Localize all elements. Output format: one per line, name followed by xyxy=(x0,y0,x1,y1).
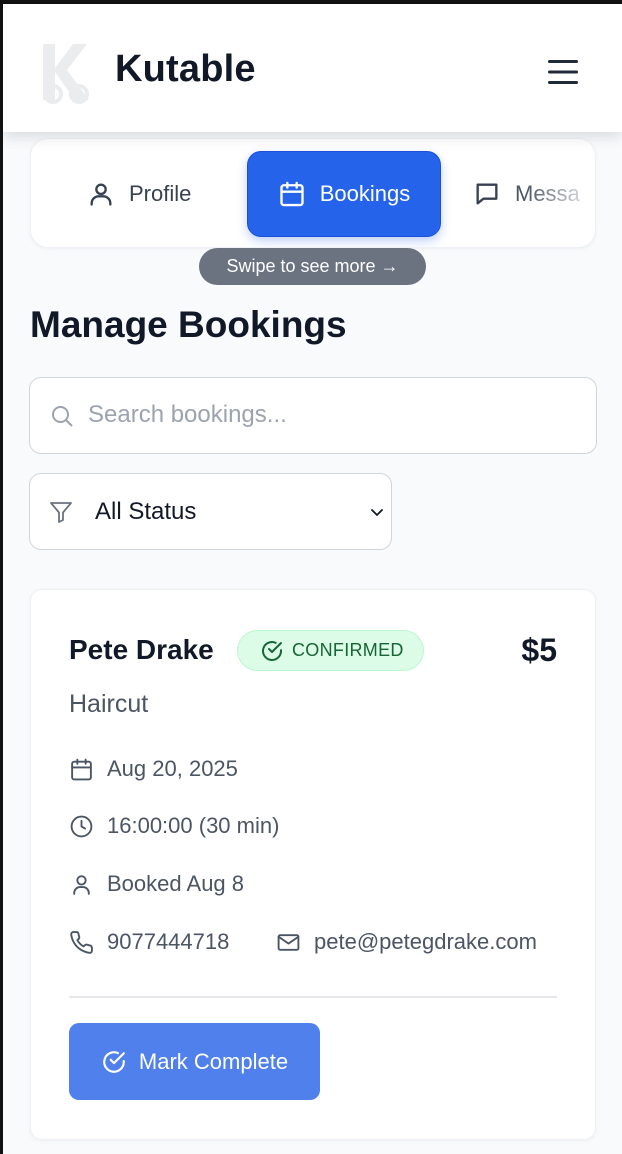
status-filter-select[interactable]: All Status xyxy=(29,473,392,550)
user-icon xyxy=(87,180,115,208)
phone-icon xyxy=(69,930,94,955)
message-icon xyxy=(473,180,501,208)
booking-card: Pete Drake CONFIRMED $5 Haircut Aug 20, … xyxy=(30,589,596,1140)
booking-date: Aug 20, 2025 xyxy=(69,756,238,782)
hamburger-menu-icon[interactable] xyxy=(543,54,583,90)
page-title: Manage Bookings xyxy=(30,304,347,345)
calendar-icon xyxy=(69,757,94,782)
user-icon xyxy=(69,872,94,897)
tab-label: Profile xyxy=(129,181,192,206)
mark-complete-label: Mark Complete xyxy=(138,1048,289,1074)
status-badge: CONFIRMED xyxy=(237,630,424,671)
client-email-text: pete@petegdrake.com xyxy=(314,929,537,954)
clock-icon xyxy=(69,814,94,839)
app-header: Kutable xyxy=(3,4,622,132)
search-icon xyxy=(50,404,74,428)
window-border-left xyxy=(0,0,3,1154)
booked-on-text: Booked Aug 8 xyxy=(107,871,245,896)
check-circle-icon xyxy=(101,1049,127,1075)
tab-messages[interactable]: Messa xyxy=(473,151,580,237)
booked-on: Booked Aug 8 xyxy=(69,871,244,897)
chevron-down-icon xyxy=(369,504,385,520)
mark-complete-button[interactable]: Mark Complete xyxy=(69,1023,320,1100)
window-border-top xyxy=(0,0,622,4)
status-filter-value: All Status xyxy=(95,498,197,525)
booking-time-text: 16:00:00 (30 min) xyxy=(107,813,280,838)
booking-date-text: Aug 20, 2025 xyxy=(107,756,238,781)
client-name: Pete Drake xyxy=(69,634,214,665)
status-badge-label: CONFIRMED xyxy=(292,640,404,660)
service-name: Haircut xyxy=(69,690,149,718)
booking-time: 16:00:00 (30 min) xyxy=(69,813,279,839)
section-tabs: Profile Bookings Messa xyxy=(30,138,596,248)
client-phone-text: 9077444718 xyxy=(107,929,230,954)
booking-price: $5 xyxy=(521,632,557,668)
search-field xyxy=(29,377,597,454)
mail-icon xyxy=(276,930,301,955)
brand-name[interactable]: Kutable xyxy=(115,48,256,91)
search-input[interactable] xyxy=(88,378,578,452)
filter-icon xyxy=(49,500,73,524)
tab-label: Messa xyxy=(515,181,580,206)
client-email[interactable]: pete@petegdrake.com xyxy=(276,929,537,955)
tab-profile[interactable]: Profile xyxy=(87,151,191,237)
tab-label: Bookings xyxy=(319,181,411,206)
client-phone[interactable]: 9077444718 xyxy=(69,929,229,955)
card-divider xyxy=(69,996,557,998)
tab-bookings[interactable]: Bookings xyxy=(247,151,441,237)
check-circle-icon xyxy=(260,639,284,663)
scissors-k-logo-icon xyxy=(37,40,95,104)
calendar-icon xyxy=(278,180,306,208)
swipe-hint: Swipe to see more → xyxy=(199,248,426,285)
